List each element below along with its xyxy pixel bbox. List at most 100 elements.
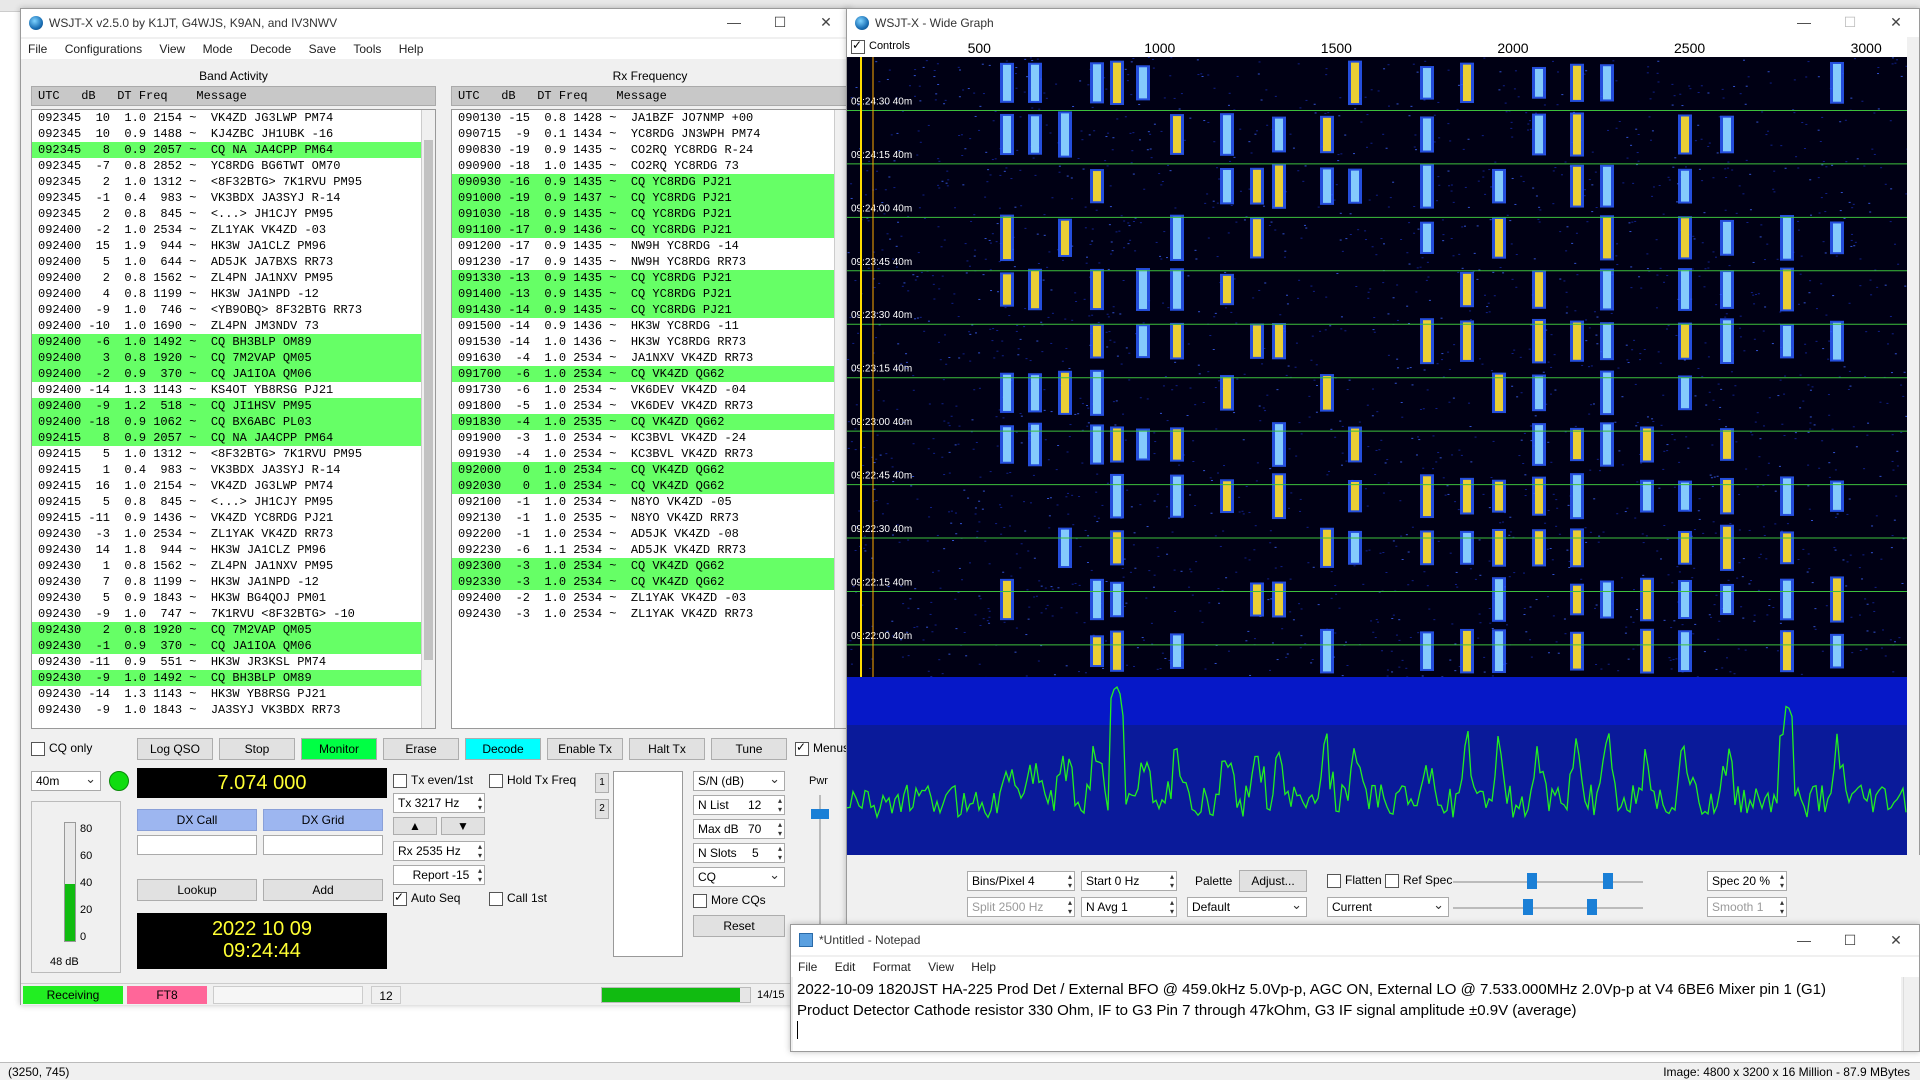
band-activity-row[interactable]: 092400 -18 0.9 1062 ~ CQ BX6ABC PL03: [32, 414, 435, 430]
band-activity-row[interactable]: 092430 5 0.9 1843 ~ HK3W BG4QOJ PM01: [32, 590, 435, 606]
add-button[interactable]: Add: [263, 879, 383, 901]
notepad-text-area[interactable]: 2022-10-09 1820JST HA-225 Prod Det / Ext…: [793, 977, 1901, 1051]
notepad-menu-edit[interactable]: Edit: [828, 957, 863, 977]
band-activity-row[interactable]: 092430 2 0.8 1920 ~ CQ 7M2VAP QM05: [32, 622, 435, 638]
band-activity-row[interactable]: 092345 10 1.0 2154 ~ VK4ZD JG3LWP PM74: [32, 110, 435, 126]
palette-combo[interactable]: Default: [1187, 896, 1307, 917]
notepad-menu-file[interactable]: File: [791, 957, 824, 977]
cq-combo[interactable]: CQ: [693, 866, 785, 887]
menu-tools[interactable]: Tools: [346, 39, 388, 59]
gain2-slider-handle[interactable]: [1523, 899, 1533, 915]
rx-frequency-row[interactable]: 091930 -4 1.0 2534 ~ KC3BVL VK4ZD RR73: [452, 446, 848, 462]
gain-slider-handle[interactable]: [1527, 873, 1537, 889]
band-activity-row[interactable]: 092415 -11 0.9 1436 ~ VK4ZD YC8RDG PJ21: [32, 510, 435, 526]
rx-frequency-row[interactable]: 091030 -18 0.9 1435 ~ CQ YC8RDG PJ21: [452, 206, 848, 222]
band-activity-scrollbar[interactable]: [421, 110, 435, 728]
band-activity-row[interactable]: 092345 2 0.8 845 ~ <...> JH1CJY PM95: [32, 206, 435, 222]
band-activity-row[interactable]: 092430 -9 1.0 1843 ~ JA3SYJ VK3BDX RR73: [32, 702, 435, 718]
tab-2[interactable]: 2: [595, 799, 609, 819]
adjust-button[interactable]: Adjust...: [1239, 870, 1307, 892]
rx-freq-spinbox[interactable]: Rx 2535 Hz: [393, 841, 485, 861]
stop-button[interactable]: Stop: [219, 738, 295, 760]
rx-frequency-row[interactable]: 090930 -16 0.9 1435 ~ CQ YC8RDG PJ21: [452, 174, 848, 190]
rx-frequency-row[interactable]: 092430 -3 1.0 2534 ~ ZL1YAK VK4ZD RR73: [452, 606, 848, 622]
band-activity-row[interactable]: 092430 -11 0.9 551 ~ HK3W JR3KSL PM74: [32, 654, 435, 670]
band-activity-row[interactable]: 092400 3 0.8 1920 ~ CQ 7M2VAP QM05: [32, 350, 435, 366]
band-activity-row[interactable]: 092415 16 1.0 2154 ~ VK4ZD JG3LWP PM74: [32, 478, 435, 494]
ref-spec-checkbox[interactable]: Ref Spec: [1385, 873, 1452, 889]
max-db-spinbox[interactable]: Max dB 70: [693, 819, 785, 839]
rx-frequency-row[interactable]: 090130 -15 0.8 1428 ~ JA1BZF JO7NMP +00: [452, 110, 848, 126]
rx-frequency-row[interactable]: 092300 -3 1.0 2534 ~ CQ VK4ZD QG62: [452, 558, 848, 574]
dx-call-input[interactable]: [137, 835, 257, 855]
band-activity-row[interactable]: 092400 2 0.8 1562 ~ ZL4PN JA1NXV PM95: [32, 270, 435, 286]
band-activity-row[interactable]: 092430 -1 0.9 370 ~ CQ JA1IOA QM06: [32, 638, 435, 654]
tab-1[interactable]: 1: [595, 773, 609, 793]
reset-button[interactable]: Reset: [693, 915, 785, 937]
tune-button[interactable]: Tune: [711, 738, 787, 760]
erase-button[interactable]: Erase: [383, 738, 459, 760]
controls-checkbox[interactable]: Controls: [851, 38, 910, 55]
band-activity-row[interactable]: 092345 10 0.9 1488 ~ KJ4ZBC JH1UBK -16: [32, 126, 435, 142]
up-arrow-button[interactable]: ▲: [393, 817, 437, 835]
band-activity-row[interactable]: 092400 -14 1.3 1143 ~ KS4OT YB8RSG PJ21: [32, 382, 435, 398]
notepad-close-icon[interactable]: ✕: [1873, 927, 1919, 955]
rx-frequency-row[interactable]: 092330 -3 1.0 2534 ~ CQ VK4ZD QG62: [452, 574, 848, 590]
call-1st-checkbox[interactable]: Call 1st: [489, 891, 547, 907]
notepad-minimize-icon[interactable]: —: [1781, 927, 1827, 955]
band-activity-row[interactable]: 092415 8 0.9 2057 ~ CQ NA JA4CPP PM64: [32, 430, 435, 446]
menus-checkbox[interactable]: Menus: [795, 740, 849, 757]
rx-frequency-row[interactable]: 091500 -14 0.9 1436 ~ HK3W YC8RDG -11: [452, 318, 848, 334]
band-activity-list[interactable]: 092345 10 1.0 2154 ~ VK4ZD JG3LWP PM74 09…: [31, 109, 436, 729]
zero2-slider-handle[interactable]: [1587, 899, 1597, 915]
rx-frequency-row[interactable]: 090900 -18 1.0 1435 ~ CO2RQ YC8RDG 73: [452, 158, 848, 174]
bins-pixel-spinbox[interactable]: Bins/Pixel 4: [967, 871, 1075, 891]
rx-frequency-row[interactable]: 091230 -17 0.9 1435 ~ NW9H YC8RDG RR73: [452, 254, 848, 270]
rx-frequency-row[interactable]: 091400 -13 0.9 1435 ~ CQ YC8RDG PJ21: [452, 286, 848, 302]
dx-grid-input[interactable]: [263, 835, 383, 855]
maximize-icon[interactable]: ☐: [757, 9, 803, 37]
split-spinbox[interactable]: Split 2500 Hz: [967, 897, 1075, 917]
menu-file[interactable]: File: [21, 39, 54, 59]
rx-frequency-row[interactable]: 091000 -19 0.9 1437 ~ CQ YC8RDG PJ21: [452, 190, 848, 206]
band-activity-row[interactable]: 092400 -2 1.0 2534 ~ ZL1YAK VK4ZD -03: [32, 222, 435, 238]
tx-even-checkbox[interactable]: Tx even/1st: [393, 773, 473, 789]
wide-close-icon[interactable]: ✕: [1873, 9, 1919, 37]
band-activity-row[interactable]: 092430 7 0.8 1199 ~ HK3W JA1NPD -12: [32, 574, 435, 590]
n-slots-spinbox[interactable]: N Slots 5: [693, 843, 785, 863]
band-activity-row[interactable]: 092400 15 1.9 944 ~ HK3W JA1CLZ PM96: [32, 238, 435, 254]
notepad-scrollbar[interactable]: [1903, 977, 1917, 1051]
band-activity-row[interactable]: 092345 2 1.0 1312 ~ <8F32BTG> 7K1RVU PM9…: [32, 174, 435, 190]
band-activity-row[interactable]: 092400 4 0.8 1199 ~ HK3W JA1NPD -12: [32, 286, 435, 302]
band-activity-row[interactable]: 092415 5 0.8 845 ~ <...> JH1CJY PM95: [32, 494, 435, 510]
band-activity-row[interactable]: 092430 1 0.8 1562 ~ ZL4PN JA1NXV PM95: [32, 558, 435, 574]
band-activity-row[interactable]: 092430 -3 1.0 2534 ~ ZL1YAK VK4ZD RR73: [32, 526, 435, 542]
cq-only-checkbox[interactable]: CQ only: [31, 741, 92, 757]
notepad-maximize-icon[interactable]: ☐: [1827, 927, 1873, 955]
band-activity-row[interactable]: 092400 -6 1.0 1492 ~ CQ BH3BLP OM89: [32, 334, 435, 350]
rx-frequency-row[interactable]: 090830 -19 0.9 1435 ~ CO2RQ YC8RDG R-24: [452, 142, 848, 158]
report-spinbox[interactable]: Report -15: [393, 865, 485, 885]
band-activity-row[interactable]: 092415 1 0.4 983 ~ VK3BDX JA3SYJ R-14: [32, 462, 435, 478]
waterfall-spectrum-area[interactable]: 09:24:30 40m 09:24:15 40m 09:24:00 40m 09:2…: [846, 57, 1909, 855]
menu-view[interactable]: View: [152, 39, 192, 59]
menu-help[interactable]: Help: [392, 39, 431, 59]
rx-frequency-row[interactable]: 091330 -13 0.9 1435 ~ CQ YC8RDG PJ21: [452, 270, 848, 286]
flatten-checkbox[interactable]: Flatten: [1327, 873, 1382, 889]
rx-frequency-row[interactable]: 092400 -2 1.0 2534 ~ ZL1YAK VK4ZD -03: [452, 590, 848, 606]
auto-seq-checkbox[interactable]: Auto Seq: [393, 890, 460, 907]
notepad-menu-help[interactable]: Help: [964, 957, 1003, 977]
log-qso-button[interactable]: Log QSO: [137, 738, 213, 760]
menu-mode[interactable]: Mode: [196, 39, 240, 59]
tx-freq-spinbox[interactable]: Tx 3217 Hz: [393, 793, 485, 813]
down-arrow-button[interactable]: ▼: [441, 817, 485, 835]
rx-frequency-list[interactable]: 090130 -15 0.8 1428 ~ JA1BZF JO7NMP +00 0…: [451, 109, 849, 729]
minimize-icon[interactable]: —: [711, 9, 757, 37]
current-combo[interactable]: Current: [1327, 896, 1449, 917]
band-activity-row[interactable]: 092400 -9 1.2 518 ~ CQ JI1HSV PM95: [32, 398, 435, 414]
smooth-spinbox[interactable]: Smooth 1: [1707, 897, 1787, 917]
start-spinbox[interactable]: Start 0 Hz: [1081, 871, 1177, 891]
band-selector[interactable]: 40m: [31, 770, 101, 791]
more-cqs-checkbox[interactable]: More CQs: [693, 893, 766, 909]
enable-tx-button[interactable]: Enable Tx: [547, 738, 623, 760]
